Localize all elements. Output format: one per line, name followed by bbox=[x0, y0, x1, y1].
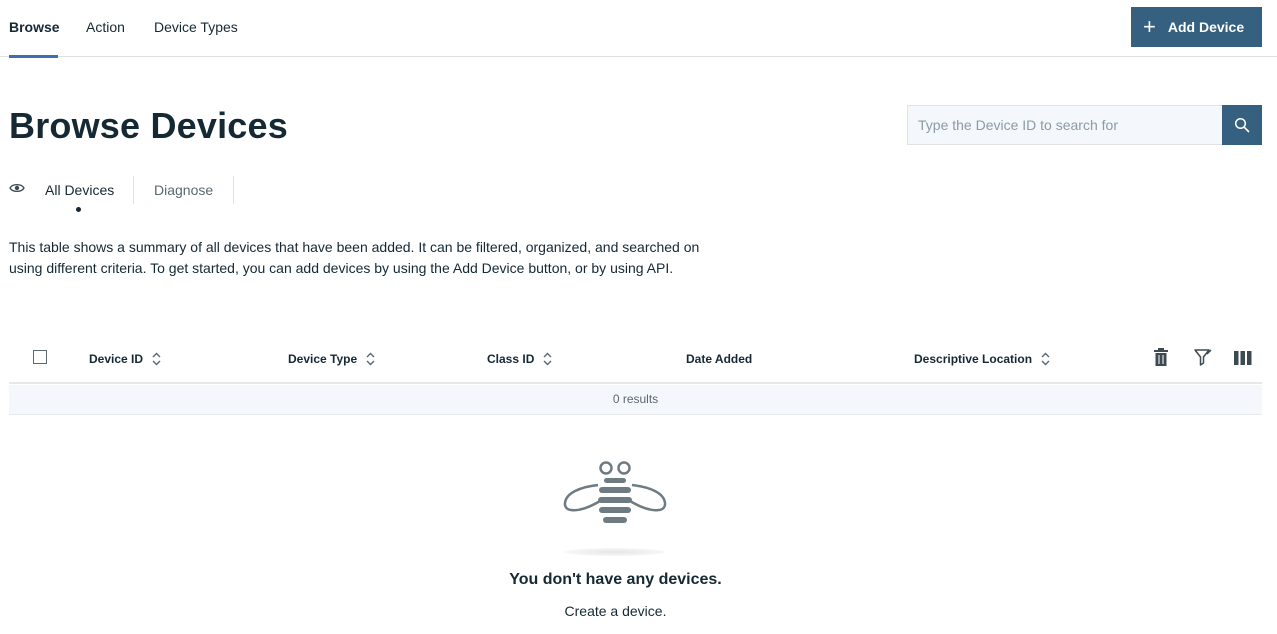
add-device-label: Add Device bbox=[1167, 19, 1245, 35]
select-all-checkbox[interactable] bbox=[33, 350, 47, 364]
bee-shadow bbox=[565, 548, 665, 556]
page-description: This table shows a summary of all device… bbox=[9, 239, 700, 276]
tab-device-types[interactable]: Device Types bbox=[154, 0, 238, 57]
view-tab-diagnose[interactable]: Diagnose bbox=[154, 182, 213, 198]
column-descriptive-location[interactable]: Descriptive Location bbox=[914, 352, 1050, 366]
tab-divider bbox=[233, 176, 234, 204]
plus-icon: + bbox=[1143, 14, 1156, 39]
sort-icon bbox=[152, 352, 161, 366]
filter-icon[interactable] bbox=[1193, 347, 1213, 367]
selected-indicator bbox=[76, 207, 81, 212]
tab-divider bbox=[133, 176, 134, 204]
search-icon bbox=[1234, 117, 1250, 133]
table-header: Device ID Device Type Class ID Date Adde… bbox=[9, 340, 1262, 384]
sort-icon bbox=[366, 352, 375, 366]
column-device-id[interactable]: Device ID bbox=[89, 352, 161, 366]
tab-action[interactable]: Action bbox=[86, 0, 125, 57]
search-input[interactable] bbox=[907, 105, 1222, 145]
tab-browse[interactable]: Browse bbox=[9, 0, 60, 58]
trash-icon[interactable] bbox=[1153, 347, 1169, 367]
sort-icon bbox=[1041, 352, 1050, 366]
columns-icon[interactable] bbox=[1234, 347, 1252, 367]
view-tab-all-devices[interactable]: All Devices bbox=[45, 182, 114, 198]
search-bar bbox=[907, 105, 1262, 145]
eye-icon bbox=[9, 183, 25, 193]
empty-state-subtitle: Create a device. bbox=[564, 603, 667, 619]
page-title: Browse Devices bbox=[9, 105, 288, 146]
search-button[interactable] bbox=[1222, 105, 1262, 145]
column-date-added[interactable]: Date Added bbox=[686, 352, 752, 366]
empty-state-title: You don't have any devices. bbox=[509, 571, 722, 588]
add-device-button[interactable]: + Add Device bbox=[1131, 7, 1262, 47]
column-class-id[interactable]: Class ID bbox=[487, 352, 552, 366]
column-device-type[interactable]: Device Type bbox=[288, 352, 375, 366]
top-nav: Browse Action Device Types + Add Device bbox=[0, 0, 1277, 58]
results-count: 0 results bbox=[9, 385, 1262, 415]
bee-icon bbox=[563, 461, 667, 523]
sort-icon bbox=[543, 352, 552, 366]
